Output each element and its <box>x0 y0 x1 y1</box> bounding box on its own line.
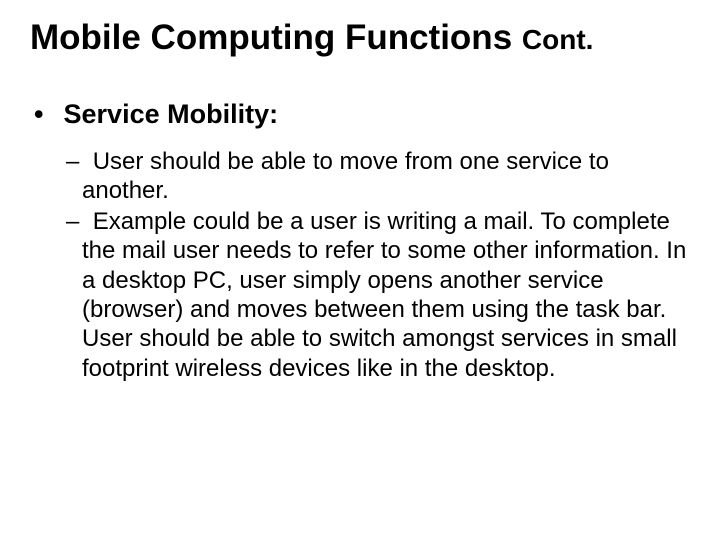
section-heading-text: Service Mobility: <box>64 99 279 129</box>
title-main: Mobile Computing Functions <box>30 18 522 57</box>
list-item-text: Example could be a user is writing a mai… <box>82 208 686 381</box>
list-item-text: User should be able to move from one ser… <box>82 148 609 204</box>
list-item: User should be able to move from one ser… <box>30 147 690 206</box>
list-item: Example could be a user is writing a mai… <box>30 207 690 383</box>
slide-title: Mobile Computing Functions Cont. <box>30 18 690 58</box>
slide: Mobile Computing Functions Cont. Service… <box>0 0 720 540</box>
title-cont: Cont. <box>522 24 594 55</box>
section-heading: Service Mobility: <box>30 98 690 130</box>
